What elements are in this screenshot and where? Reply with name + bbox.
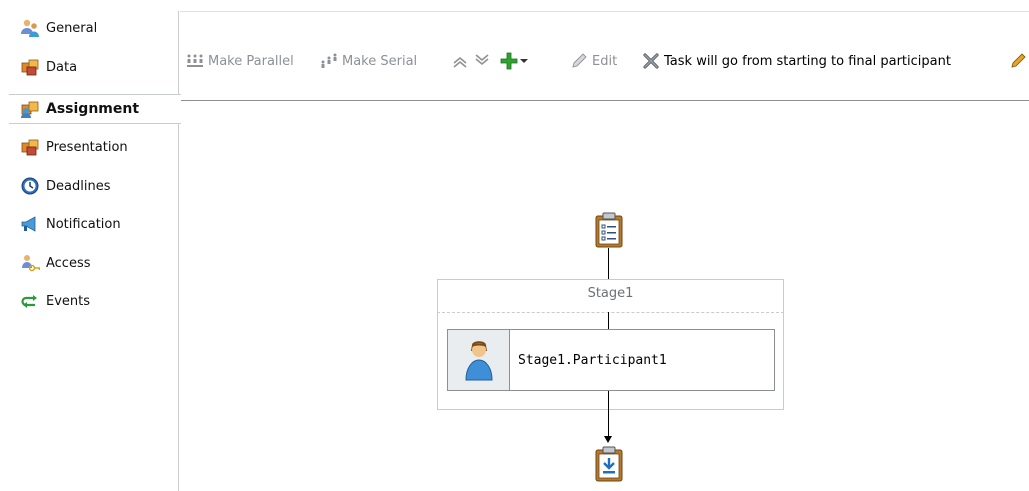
participant-node[interactable]: Stage1.Participant1: [447, 329, 775, 391]
end-node[interactable]: [593, 446, 625, 482]
sidebar-item-label: Deadlines: [46, 178, 111, 194]
sidebar-item-general[interactable]: General: [9, 13, 179, 43]
add-participant-button[interactable]: [500, 49, 532, 73]
people-icon: [19, 17, 41, 39]
clock-icon: [19, 175, 41, 197]
make-serial-label: Make Serial: [342, 53, 418, 69]
sidebar-item-label: Data: [46, 59, 78, 75]
user-icon: [464, 341, 493, 381]
make-parallel-label: Make Parallel: [208, 53, 294, 69]
key-user-icon: [19, 252, 41, 274]
sidebar-item-label: Events: [46, 293, 91, 309]
sidebar-item-presentation[interactable]: Presentation: [9, 132, 179, 162]
parallel-icon: [186, 53, 204, 69]
sidebar-item-deadlines[interactable]: Deadlines: [9, 171, 179, 201]
connector-line: [608, 312, 609, 329]
participant-label: Stage1.Participant1: [518, 352, 667, 368]
toolbar: Make Parallel Make Serial Edit Task will…: [180, 11, 1029, 101]
chevron-down-icon: [520, 58, 528, 64]
move-up-button[interactable]: [452, 49, 472, 73]
make-parallel-button[interactable]: Make Parallel: [186, 49, 294, 73]
move-down-button[interactable]: [474, 49, 494, 73]
plus-icon: [500, 52, 518, 70]
boxes-icon: [19, 56, 41, 78]
edit-routing-button[interactable]: [1009, 49, 1029, 73]
sidebar-item-label: Presentation: [46, 139, 128, 155]
boxes-icon: [19, 136, 41, 158]
edit-button[interactable]: Edit: [570, 49, 617, 73]
megaphone-icon: [19, 213, 41, 235]
events-icon: [19, 290, 41, 312]
connector-line: [608, 248, 609, 279]
make-serial-button[interactable]: Make Serial: [320, 49, 417, 73]
sidebar-item-assignment[interactable]: Assignment: [9, 94, 181, 124]
sidebar-item-access[interactable]: Access: [9, 248, 179, 278]
routing-label: Task will go from starting to final part…: [664, 53, 951, 69]
pencil-icon: [570, 52, 588, 70]
close-icon: [642, 52, 660, 70]
arrow-head: [604, 436, 612, 443]
sidebar-item-label: Access: [46, 255, 91, 271]
sidebar: General Data Assignment Presentation Dea…: [9, 11, 181, 491]
connector-line: [608, 391, 609, 438]
delete-button[interactable]: Task will go from starting to final part…: [642, 49, 951, 73]
sidebar-item-notification[interactable]: Notification: [9, 209, 179, 239]
sidebar-item-label: Notification: [46, 216, 121, 232]
assignment-icon: [19, 98, 41, 120]
clipboard-icon: [595, 212, 623, 248]
sidebar-item-label: General: [46, 20, 98, 36]
sidebar-item-label: Assignment: [46, 101, 140, 117]
sidebar-item-events[interactable]: Events: [9, 286, 179, 316]
sidebar-item-data[interactable]: Data: [9, 52, 179, 82]
clipboard-download-icon: [595, 446, 623, 482]
chevron-down-icon: [474, 54, 490, 68]
chevron-up-icon: [452, 54, 468, 68]
stage-title: Stage1: [587, 286, 634, 301]
start-node[interactable]: [593, 212, 625, 248]
pencil-icon: [1009, 52, 1027, 70]
participant-avatar: [448, 330, 510, 390]
edit-label: Edit: [592, 53, 618, 69]
serial-icon: [320, 53, 338, 69]
